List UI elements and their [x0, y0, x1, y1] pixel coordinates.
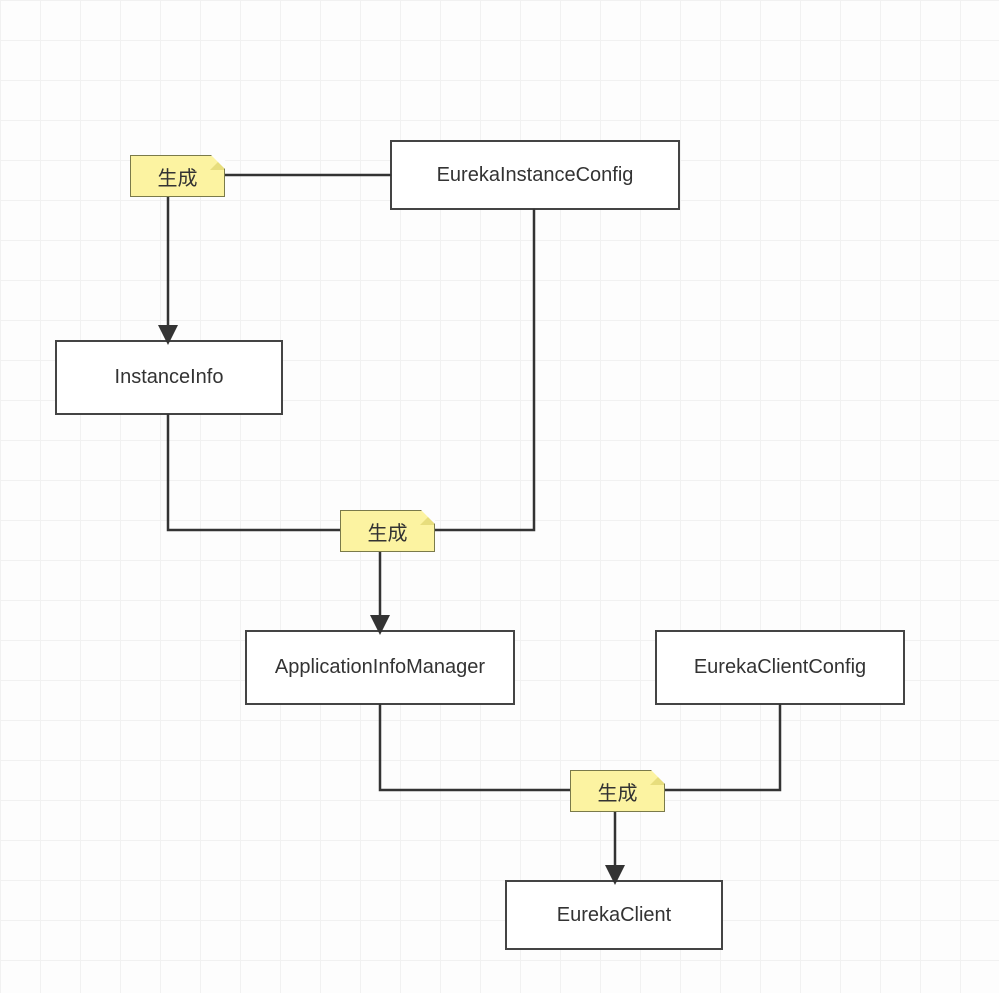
note-generate-1[interactable]: 生成 [130, 155, 225, 197]
node-eureka-client-config[interactable]: EurekaClientConfig [655, 630, 905, 705]
node-eureka-client[interactable]: EurekaClient [505, 880, 723, 950]
node-instance-info[interactable]: InstanceInfo [55, 340, 283, 415]
node-eureka-instance-config[interactable]: EurekaInstanceConfig [390, 140, 680, 210]
node-application-info-manager[interactable]: ApplicationInfoManager [245, 630, 515, 705]
edge-eic-to-note2 [435, 210, 534, 530]
edge-ii-to-note2 [168, 415, 340, 530]
note-generate-3[interactable]: 生成 [570, 770, 665, 812]
note-generate-2[interactable]: 生成 [340, 510, 435, 552]
node-label: ApplicationInfoManager [275, 656, 485, 679]
edge-ecc-to-note3 [665, 705, 780, 790]
note-label: 生成 [158, 162, 198, 191]
node-label: EurekaInstanceConfig [437, 164, 634, 187]
note-label: 生成 [368, 517, 408, 546]
node-label: EurekaClient [557, 904, 672, 927]
edge-aim-to-note3 [380, 705, 570, 790]
note-label: 生成 [598, 777, 638, 806]
node-label: InstanceInfo [115, 366, 224, 389]
node-label: EurekaClientConfig [694, 656, 866, 679]
diagram-canvas: EurekaInstanceConfig InstanceInfo Applic… [0, 0, 999, 993]
